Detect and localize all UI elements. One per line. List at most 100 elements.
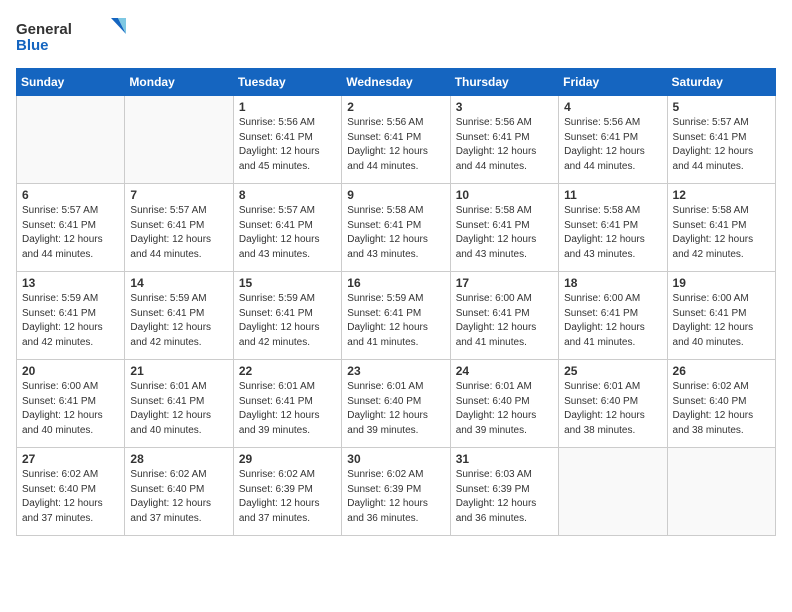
day-info: Sunrise: 6:01 AM Sunset: 6:40 PM Dayligh… xyxy=(564,380,661,438)
calendar-cell: 23 Sunrise: 6:01 AM Sunset: 6:40 PM Dayli… xyxy=(342,360,450,448)
day-info: Sunrise: 5:59 AM Sunset: 6:41 PM Dayligh… xyxy=(22,292,119,350)
calendar-cell: 4 Sunrise: 5:56 AM Sunset: 6:41 PM Daylig… xyxy=(559,96,667,184)
day-number: 16 xyxy=(347,276,444,290)
day-number: 15 xyxy=(239,276,336,290)
calendar-cell: 7Sunrise: 5:57 AM Sunset: 6:41 PM Daylig… xyxy=(125,184,233,272)
day-info: Sunrise: 5:57 AM Sunset: 6:41 PM Dayligh… xyxy=(130,204,227,262)
day-info: Sunrise: 5:56 AM Sunset: 6:41 PM Dayligh… xyxy=(347,116,444,174)
day-number: 28 xyxy=(130,452,227,466)
day-info: Sunrise: 5:56 AM Sunset: 6:41 PM Dayligh… xyxy=(564,116,661,174)
calendar-cell: 25 Sunrise: 6:01 AM Sunset: 6:40 PM Dayli… xyxy=(559,360,667,448)
calendar-week-2: 6 Sunrise: 5:57 AM Sunset: 6:41 PM Daylig… xyxy=(17,184,776,272)
page-header: General Blue xyxy=(16,16,776,56)
calendar-week-4: 20Sunrise: 6:00 AM Sunset: 6:41 PM Dayli… xyxy=(17,360,776,448)
day-info: Sunrise: 6:01 AM Sunset: 6:40 PM Dayligh… xyxy=(347,380,444,438)
day-info: Sunrise: 6:01 AM Sunset: 6:41 PM Dayligh… xyxy=(239,380,336,438)
day-number: 4 xyxy=(564,100,661,114)
calendar-cell: 17 Sunrise: 6:00 AM Sunset: 6:41 PM Dayli… xyxy=(450,272,558,360)
header-friday: Friday xyxy=(559,69,667,96)
day-info: Sunrise: 5:58 AM Sunset: 6:41 PM Dayligh… xyxy=(456,204,553,262)
header-wednesday: Wednesday xyxy=(342,69,450,96)
calendar-week-1: 1 Sunrise: 5:56 AM Sunset: 6:41 PM Daylig… xyxy=(17,96,776,184)
day-info: Sunrise: 6:00 AM Sunset: 6:41 PM Dayligh… xyxy=(22,380,119,438)
svg-text:General: General xyxy=(16,21,72,38)
header-sunday: Sunday xyxy=(17,69,125,96)
calendar-cell: 21 Sunrise: 6:01 AM Sunset: 6:41 PM Dayli… xyxy=(125,360,233,448)
calendar-cell xyxy=(559,448,667,536)
day-info: Sunrise: 6:00 AM Sunset: 6:41 PM Dayligh… xyxy=(564,292,661,350)
calendar-cell: 10 Sunrise: 5:58 AM Sunset: 6:41 PM Dayli… xyxy=(450,184,558,272)
calendar-cell: 26Sunrise: 6:02 AM Sunset: 6:40 PM Dayli… xyxy=(667,360,775,448)
day-number: 8 xyxy=(239,188,336,202)
day-number: 13 xyxy=(22,276,119,290)
day-info: Sunrise: 6:01 AM Sunset: 6:41 PM Dayligh… xyxy=(130,380,227,438)
calendar-cell: 30 Sunrise: 6:02 AM Sunset: 6:39 PM Dayli… xyxy=(342,448,450,536)
calendar-cell: 18 Sunrise: 6:00 AM Sunset: 6:41 PM Dayli… xyxy=(559,272,667,360)
calendar-cell xyxy=(17,96,125,184)
day-number: 1 xyxy=(239,100,336,114)
logo-svg: General Blue xyxy=(16,16,136,56)
calendar-cell: 22 Sunrise: 6:01 AM Sunset: 6:41 PM Dayli… xyxy=(233,360,341,448)
calendar-cell: 13 Sunrise: 5:59 AM Sunset: 6:41 PM Dayli… xyxy=(17,272,125,360)
day-number: 24 xyxy=(456,364,553,378)
day-info: Sunrise: 6:02 AM Sunset: 6:39 PM Dayligh… xyxy=(239,468,336,526)
calendar-cell: 3 Sunrise: 5:56 AM Sunset: 6:41 PM Daylig… xyxy=(450,96,558,184)
calendar-cell xyxy=(667,448,775,536)
calendar-cell: 11 Sunrise: 5:58 AM Sunset: 6:41 PM Dayli… xyxy=(559,184,667,272)
day-info: Sunrise: 6:02 AM Sunset: 6:39 PM Dayligh… xyxy=(347,468,444,526)
day-number: 29 xyxy=(239,452,336,466)
day-info: Sunrise: 5:56 AM Sunset: 6:41 PM Dayligh… xyxy=(456,116,553,174)
header-tuesday: Tuesday xyxy=(233,69,341,96)
day-number: 3 xyxy=(456,100,553,114)
day-number: 31 xyxy=(456,452,553,466)
day-info: Sunrise: 5:59 AM Sunset: 6:41 PM Dayligh… xyxy=(130,292,227,350)
day-info: Sunrise: 5:58 AM Sunset: 6:41 PM Dayligh… xyxy=(673,204,770,262)
day-info: Sunrise: 6:01 AM Sunset: 6:40 PM Dayligh… xyxy=(456,380,553,438)
calendar-table: SundayMondayTuesdayWednesdayThursdayFrid… xyxy=(16,68,776,536)
calendar-week-3: 13 Sunrise: 5:59 AM Sunset: 6:41 PM Dayli… xyxy=(17,272,776,360)
day-number: 12 xyxy=(673,188,770,202)
calendar-cell: 1 Sunrise: 5:56 AM Sunset: 6:41 PM Daylig… xyxy=(233,96,341,184)
calendar-cell: 9Sunrise: 5:58 AM Sunset: 6:41 PM Daylig… xyxy=(342,184,450,272)
day-number: 26 xyxy=(673,364,770,378)
day-number: 21 xyxy=(130,364,227,378)
day-info: Sunrise: 5:59 AM Sunset: 6:41 PM Dayligh… xyxy=(347,292,444,350)
day-info: Sunrise: 5:57 AM Sunset: 6:41 PM Dayligh… xyxy=(22,204,119,262)
day-info: Sunrise: 5:56 AM Sunset: 6:41 PM Dayligh… xyxy=(239,116,336,174)
calendar-cell: 8 Sunrise: 5:57 AM Sunset: 6:41 PM Daylig… xyxy=(233,184,341,272)
calendar-cell: 20Sunrise: 6:00 AM Sunset: 6:41 PM Dayli… xyxy=(17,360,125,448)
day-info: Sunrise: 6:00 AM Sunset: 6:41 PM Dayligh… xyxy=(673,292,770,350)
calendar-cell: 5Sunrise: 5:57 AM Sunset: 6:41 PM Daylig… xyxy=(667,96,775,184)
header-saturday: Saturday xyxy=(667,69,775,96)
day-number: 22 xyxy=(239,364,336,378)
day-info: Sunrise: 6:02 AM Sunset: 6:40 PM Dayligh… xyxy=(130,468,227,526)
day-number: 23 xyxy=(347,364,444,378)
day-number: 18 xyxy=(564,276,661,290)
calendar-cell: 29 Sunrise: 6:02 AM Sunset: 6:39 PM Dayli… xyxy=(233,448,341,536)
calendar-cell: 15 Sunrise: 5:59 AM Sunset: 6:41 PM Dayli… xyxy=(233,272,341,360)
calendar-cell: 19Sunrise: 6:00 AM Sunset: 6:41 PM Dayli… xyxy=(667,272,775,360)
day-number: 5 xyxy=(673,100,770,114)
day-number: 2 xyxy=(347,100,444,114)
header-monday: Monday xyxy=(125,69,233,96)
day-info: Sunrise: 6:03 AM Sunset: 6:39 PM Dayligh… xyxy=(456,468,553,526)
calendar-cell: 12 Sunrise: 5:58 AM Sunset: 6:41 PM Dayli… xyxy=(667,184,775,272)
day-info: Sunrise: 5:59 AM Sunset: 6:41 PM Dayligh… xyxy=(239,292,336,350)
day-number: 10 xyxy=(456,188,553,202)
day-number: 14 xyxy=(130,276,227,290)
calendar-cell: 31 Sunrise: 6:03 AM Sunset: 6:39 PM Dayli… xyxy=(450,448,558,536)
day-number: 17 xyxy=(456,276,553,290)
day-number: 25 xyxy=(564,364,661,378)
day-number: 30 xyxy=(347,452,444,466)
calendar-cell: 6 Sunrise: 5:57 AM Sunset: 6:41 PM Daylig… xyxy=(17,184,125,272)
calendar-week-5: 27Sunrise: 6:02 AM Sunset: 6:40 PM Dayli… xyxy=(17,448,776,536)
day-number: 9 xyxy=(347,188,444,202)
day-info: Sunrise: 5:58 AM Sunset: 6:41 PM Dayligh… xyxy=(564,204,661,262)
day-number: 11 xyxy=(564,188,661,202)
day-number: 6 xyxy=(22,188,119,202)
day-info: Sunrise: 5:57 AM Sunset: 6:41 PM Dayligh… xyxy=(239,204,336,262)
calendar-cell: 24 Sunrise: 6:01 AM Sunset: 6:40 PM Dayli… xyxy=(450,360,558,448)
svg-text:Blue: Blue xyxy=(16,37,49,54)
calendar-cell: 14 Sunrise: 5:59 AM Sunset: 6:41 PM Dayli… xyxy=(125,272,233,360)
day-info: Sunrise: 6:00 AM Sunset: 6:41 PM Dayligh… xyxy=(456,292,553,350)
